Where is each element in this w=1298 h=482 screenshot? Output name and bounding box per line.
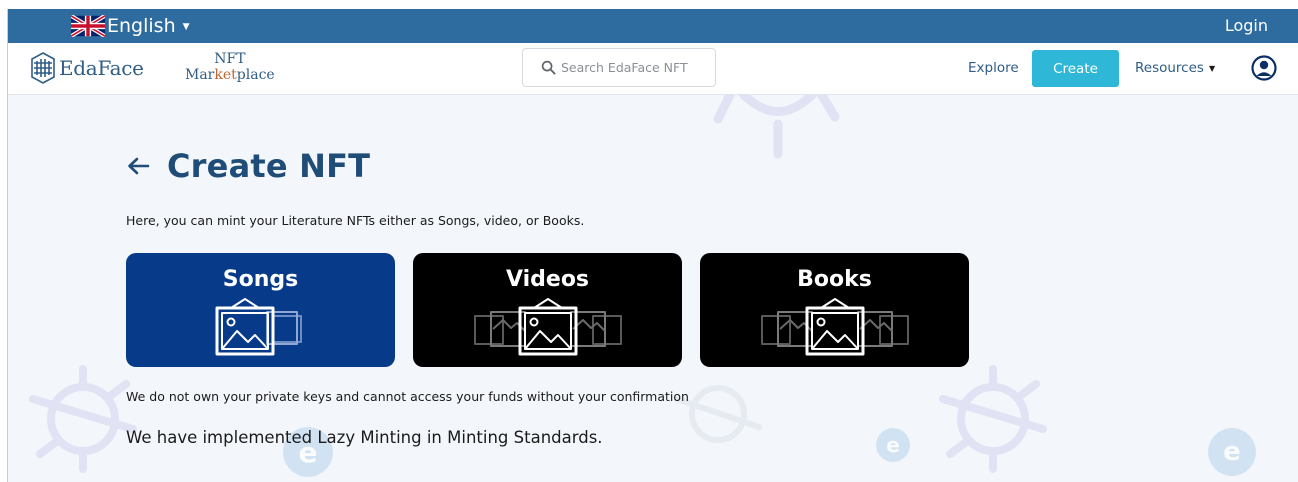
language-label: English [107,15,176,37]
logo-text: EdaFace [59,56,144,80]
books-card-label: Books [797,267,872,292]
page-header: Create NFT [126,147,370,185]
resources-dropdown[interactable]: Resources ▼ [1135,60,1215,76]
songs-card-label: Songs [222,267,299,292]
marketplace-label: Marketplace [185,67,275,83]
wheel-watermark-icon [939,365,1047,473]
lazy-minting-note: We have implemented Lazy Minting in Mint… [126,428,603,447]
resources-label: Resources [1135,60,1204,76]
main-navbar: EdaFace NFT Marketplace Explore Create R… [8,43,1298,95]
caret-down-icon: ▼ [1208,63,1216,73]
edaface-logo-icon [31,52,55,84]
books-card[interactable]: Books [700,253,969,367]
login-link[interactable]: Login [1225,16,1268,35]
image-frame-icon [760,298,909,356]
wheel-watermark-icon [674,385,762,443]
e-coin-watermark-icon: e [876,428,910,462]
create-button[interactable]: Create [1032,50,1119,87]
page-title: Create NFT [167,147,371,185]
intro-text: Here, you can mint your Literature NFTs … [126,213,585,228]
image-frame-icon [473,298,622,356]
search-box[interactable] [522,48,716,87]
image-frame-icon [215,298,302,356]
e-coin-watermark-icon: e [1208,428,1256,476]
wheel-watermark-icon [29,365,137,473]
songs-card[interactable]: Songs [126,253,395,367]
search-icon [541,60,556,75]
top-bar: English ▼ Login [8,9,1298,43]
videos-card[interactable]: Videos [413,253,682,367]
uk-flag-icon [71,15,105,37]
app-window: e e e English ▼ Login EdaFace NFT Market… [7,9,1298,482]
private-keys-disclaimer: We do not own your private keys and cann… [126,389,689,404]
arrow-left-icon[interactable] [126,156,150,176]
user-circle-icon[interactable] [1251,55,1277,81]
edaface-logo[interactable]: EdaFace [30,51,144,85]
caret-down-icon: ▼ [182,22,190,32]
search-input[interactable] [561,60,711,75]
nft-marketplace-label: NFT Marketplace [185,51,275,83]
nft-label: NFT [214,51,246,67]
nav-explore-link[interactable]: Explore [968,60,1019,76]
language-selector[interactable]: English ▼ [71,13,190,39]
videos-card-label: Videos [505,267,590,292]
